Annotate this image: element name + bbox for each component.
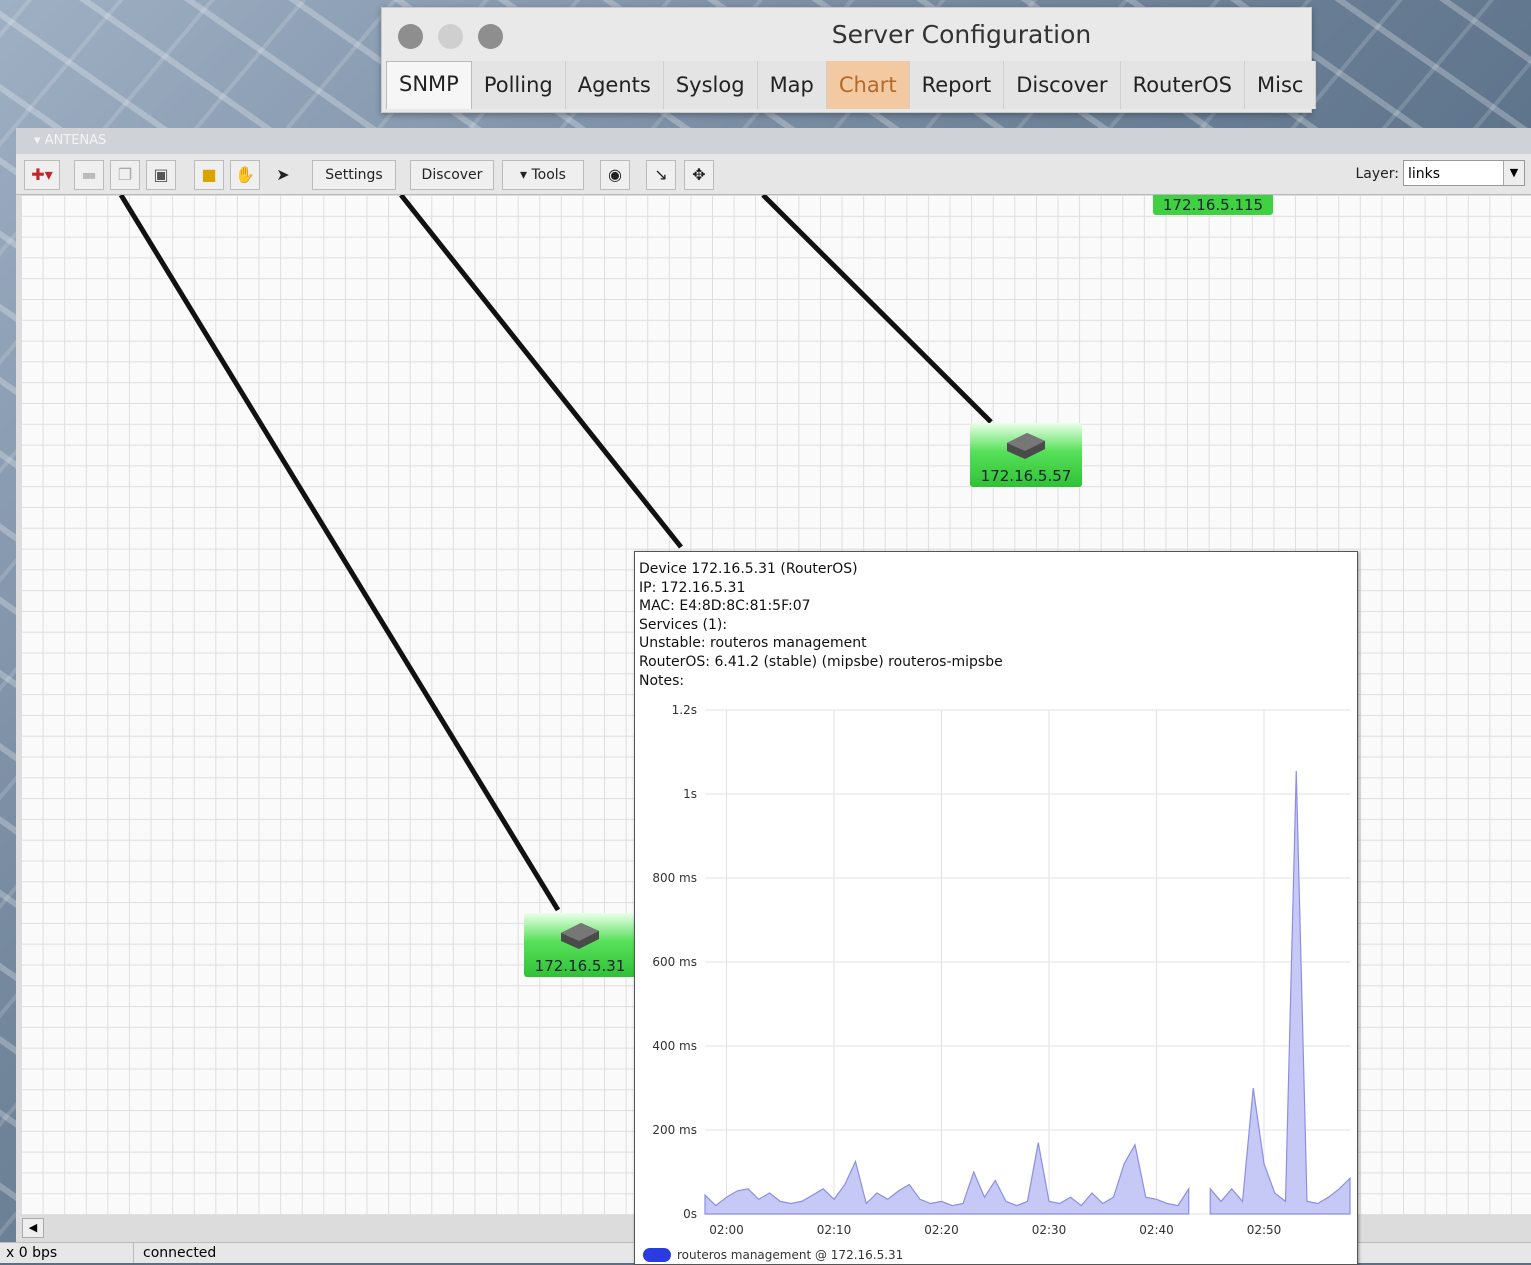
add-menu-button[interactable]: ✚▾ <box>24 160 60 190</box>
hand-tool-button[interactable]: ✋ <box>230 160 260 190</box>
x-tick-label: 02:00 <box>709 1223 744 1237</box>
copy-icon: ❐ <box>117 165 133 184</box>
spread-icon: ✥ <box>692 165 706 184</box>
auto-arrange-button[interactable]: ↘ <box>646 160 676 190</box>
node-ip-label: 172.16.5.31 <box>534 957 626 975</box>
node-ip-label: 172.16.5.115 <box>1162 196 1264 214</box>
tools-menu-button[interactable]: ▾ Tools <box>502 160 584 190</box>
layer-label: Layer: <box>1355 166 1399 182</box>
x-tick-label: 02:50 <box>1247 1223 1282 1237</box>
device-routeros: RouterOS: 6.41.2 (stable) (mipsbe) route… <box>639 653 1003 670</box>
pointer-icon: ➤ <box>276 165 290 184</box>
settings-button[interactable]: Settings <box>312 160 396 190</box>
lock-button[interactable]: ■ <box>194 160 224 190</box>
y-tick-label: 1.2s <box>672 703 697 717</box>
x-tick-label: 02:20 <box>924 1223 959 1237</box>
discover-button[interactable]: Discover <box>410 160 494 190</box>
tab-discover[interactable]: Discover <box>1004 61 1121 109</box>
x-tick-label: 02:30 <box>1032 1223 1067 1237</box>
spread-button[interactable]: ✥ <box>684 160 714 190</box>
series-area <box>704 1142 1190 1215</box>
y-tick-label: 200 ms <box>652 1123 697 1137</box>
tab-chart[interactable]: Chart <box>826 61 910 109</box>
router-icon <box>561 923 599 949</box>
y-tick-label: 1s <box>683 787 697 801</box>
scroll-left-button[interactable]: ◀ <box>22 1218 44 1238</box>
lock-icon: ■ <box>201 165 217 184</box>
link-line-1 <box>118 195 561 912</box>
tab-syslog[interactable]: Syslog <box>663 61 758 109</box>
y-tick-label: 600 ms <box>652 955 697 969</box>
layer-value: links <box>1408 166 1441 182</box>
device-tooltip: Device 172.16.5.31 (RouterOS) IP: 172.16.… <box>634 551 1358 1265</box>
device-mac: MAC: E4:8D:8C:81:5F:07 <box>639 598 811 615</box>
tab-routeros[interactable]: RouterOS <box>1120 61 1246 109</box>
hand-icon: ✋ <box>235 165 255 184</box>
config-tabs: SNMP Polling Agents Syslog Map Chart Rep… <box>386 61 1317 109</box>
find-button[interactable]: ◉ <box>600 160 630 190</box>
response-time-chart: 0s 200 ms 400 ms 600 ms 800 ms 1s 1.2s 02:00 02:… <box>652 703 1351 1237</box>
remove-button[interactable]: ▬ <box>74 160 104 190</box>
map-header[interactable]: ▾ ANTENAS <box>16 128 1531 154</box>
device-ip: IP: 172.16.5.31 <box>639 579 746 596</box>
collapse-arrow-icon[interactable]: ▾ <box>34 133 41 148</box>
series-area <box>1209 770 1351 1215</box>
tab-agents[interactable]: Agents <box>565 61 664 109</box>
tab-map[interactable]: Map <box>757 61 827 109</box>
link-line-2 <box>399 195 683 549</box>
chart-legend: routeros management @ 172.16.5.31 <box>643 1248 903 1262</box>
server-configuration-window: Server Configuration SNMP Polling Agents… <box>381 7 1317 113</box>
select-tool-button[interactable]: ➤ <box>268 160 298 190</box>
device-services: Services (1): <box>639 616 728 633</box>
map-title: ANTENAS <box>44 133 107 148</box>
node-ip-label: 172.16.5.57 <box>980 467 1072 485</box>
y-tick-label: 800 ms <box>652 871 697 885</box>
paste-button[interactable]: ▣ <box>146 160 176 190</box>
tab-snmp[interactable]: SNMP <box>386 61 472 109</box>
arrange-icon: ↘ <box>654 165 668 184</box>
layer-select[interactable]: links ▼ <box>1403 160 1525 186</box>
node-172-16-5-115[interactable]: 172.16.5.115 <box>1153 195 1273 215</box>
tab-misc[interactable]: Misc <box>1245 61 1317 109</box>
tab-polling[interactable]: Polling <box>471 61 566 109</box>
binoculars-icon: ◉ <box>608 165 622 184</box>
device-unstable: Unstable: routeros management <box>639 635 867 652</box>
legend-label: routeros management @ 172.16.5.31 <box>677 1248 904 1262</box>
device-info: Device 172.16.5.31 (RouterOS) IP: 172.16.… <box>639 560 1003 690</box>
router-icon <box>1007 433 1045 459</box>
legend-swatch <box>643 1248 671 1262</box>
copy-button[interactable]: ❐ <box>110 160 140 190</box>
connection-status: connected <box>143 1245 217 1261</box>
chevron-down-icon[interactable]: ▼ <box>1503 161 1524 185</box>
y-tick-label: 0s <box>683 1207 697 1221</box>
map-toolbar: ✚▾ ▬ ❐ ▣ ■ ✋ ➤ Settings Discover ▾ Tools… <box>16 154 1531 195</box>
tab-report[interactable]: Report <box>909 61 1005 109</box>
minus-icon: ▬ <box>81 165 97 184</box>
device-name: Device 172.16.5.31 (RouterOS) <box>639 561 858 577</box>
plus-icon: ✚▾ <box>31 165 53 184</box>
paste-icon: ▣ <box>153 165 169 184</box>
link-line-3 <box>761 195 993 424</box>
node-172-16-5-31[interactable]: 172.16.5.31 <box>524 913 636 977</box>
x-tick-label: 02:10 <box>817 1223 852 1237</box>
y-tick-label: 400 ms <box>652 1039 697 1053</box>
window-title: Server Configuration <box>831 20 1092 49</box>
status-divider <box>133 1243 134 1263</box>
traffic-status: x 0 bps <box>6 1245 58 1261</box>
x-tick-label: 02:40 <box>1139 1223 1174 1237</box>
node-172-16-5-57[interactable]: 172.16.5.57 <box>970 423 1082 487</box>
device-notes: Notes: <box>639 672 685 689</box>
